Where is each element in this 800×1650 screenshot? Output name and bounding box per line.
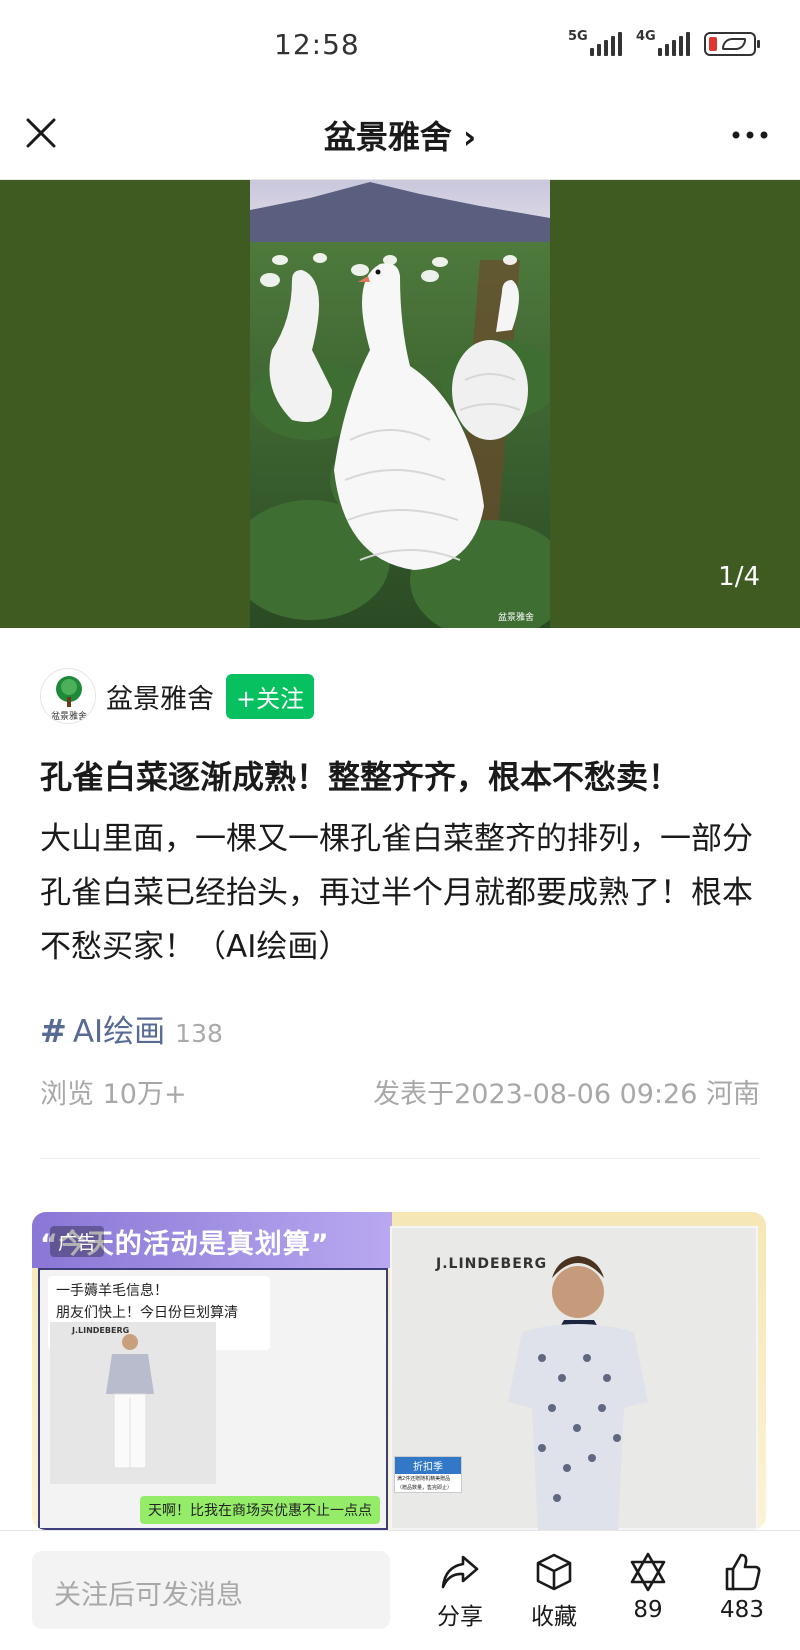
- favorite-button[interactable]: 收藏: [514, 1551, 594, 1631]
- share-button[interactable]: 分享: [420, 1551, 500, 1631]
- network-label-4g: 4G: [636, 29, 656, 44]
- avatar-text: 盆景雅舍: [51, 710, 87, 722]
- more-icon[interactable]: [730, 120, 770, 150]
- thumbs-up-icon: [725, 1553, 761, 1591]
- ad-bubble-line-1: 一手薅羊毛信息！: [56, 1283, 168, 1299]
- ad-discount-badge: 折扣季 满2件还赠随机精美赠品 （赠品数量，售完即止）: [394, 1456, 462, 1493]
- bottom-bar: 关注后可发消息 分享 收藏 89 483: [0, 1530, 800, 1650]
- header: 盆景雅舍 ›: [0, 90, 800, 180]
- ad-tag[interactable]: 广告: [50, 1226, 105, 1257]
- hashtag-link[interactable]: # AI绘画 138: [40, 1006, 223, 1051]
- status-bar: 12:58 5G 4G: [0, 0, 800, 90]
- ad-product-photo: J.LINDEBERG 折扣季 满2件还赠随机精美赠品 （赠品数量，售完即止）: [390, 1226, 758, 1530]
- divider: [40, 1158, 760, 1159]
- publish-info: 发表于2023-08-06 09:26 河南: [373, 1079, 760, 1110]
- advertisement[interactable]: “今天的活动是真划算” 广告 一手薅羊毛信息！ 朋友们快上！今日份巨划算清单： …: [32, 1212, 766, 1530]
- status-time: 12:58: [274, 28, 360, 61]
- battery-icon: [704, 32, 760, 56]
- post-title: 孔雀白菜逐渐成熟！整整齐齐，根本不愁卖！: [40, 758, 681, 796]
- wow-count: 89: [633, 1597, 663, 1623]
- like-count: 483: [720, 1597, 764, 1623]
- box-icon: [536, 1553, 572, 1591]
- account-title-link[interactable]: 盆景雅舍 ›: [0, 112, 800, 158]
- hashtag-text: AI绘画: [72, 1014, 166, 1050]
- ad-product-photo-small: J.LINDEBERG: [50, 1322, 216, 1484]
- ad-green-bubble: 天啊！比我在商场买优惠不止一点点: [140, 1496, 380, 1524]
- network-label-5g: 5G: [568, 29, 588, 44]
- like-button[interactable]: 483: [702, 1551, 782, 1623]
- author-name[interactable]: 盆景雅舍: [106, 677, 214, 716]
- message-input[interactable]: 关注后可发消息: [32, 1551, 390, 1629]
- peacock-cabbage-image[interactable]: 盆景雅舍: [250, 180, 550, 628]
- wow-button[interactable]: 89: [608, 1551, 688, 1623]
- avatar[interactable]: 盆景雅舍: [40, 668, 96, 724]
- image-watermark: 盆景雅舍: [498, 611, 534, 623]
- ad-brand-small: J.LINDEBERG: [72, 1326, 130, 1335]
- author-row: 盆景雅舍 盆景雅舍 +关注: [40, 668, 315, 724]
- post-body: 大山里面，一棵又一棵孔雀白菜整齐的排列，一部分孔雀白菜已经抬头，再过半个月就都要…: [40, 821, 753, 965]
- image-carousel[interactable]: 盆景雅舍 1/4: [0, 180, 800, 628]
- ad-chat-panel: 一手薅羊毛信息！ 朋友们快上！今日份巨划算清单： J.LINDEBERG 天啊！…: [38, 1268, 388, 1530]
- view-count: 浏览 10万+: [40, 1079, 187, 1110]
- ad-badge-title: 折扣季: [395, 1457, 461, 1474]
- follow-button[interactable]: +关注: [226, 673, 315, 719]
- page-indicator: 1/4: [718, 562, 760, 592]
- share-icon: [441, 1555, 479, 1589]
- share-label: 分享: [437, 1604, 483, 1630]
- ad-badge-line: 满2件还赠随机精美赠品: [397, 1476, 451, 1482]
- hashtag-icon: #: [40, 1012, 67, 1050]
- hashtag-count: 138: [175, 1019, 223, 1048]
- signal-5g-icon: 5G: [568, 29, 622, 56]
- status-icons: 5G 4G: [568, 29, 760, 56]
- star-of-david-icon: [630, 1552, 666, 1592]
- signal-4g-icon: 4G: [636, 29, 690, 56]
- favorite-label: 收藏: [531, 1604, 577, 1630]
- ad-badge-line-2: （赠品数量，售完即止）: [397, 1485, 453, 1491]
